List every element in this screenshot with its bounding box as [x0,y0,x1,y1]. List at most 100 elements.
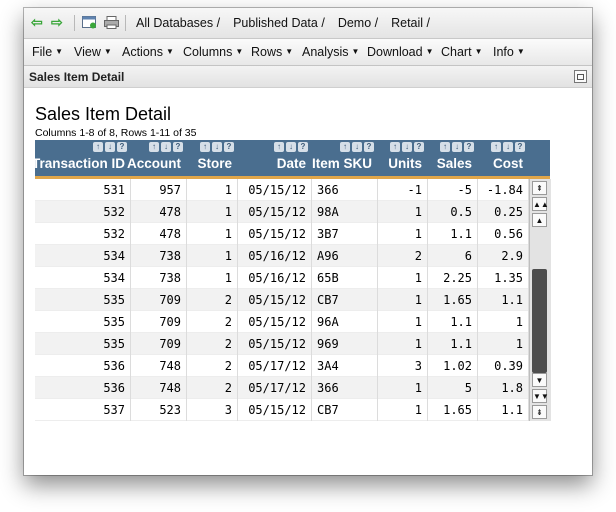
column-header-store[interactable]: ↑ ↓? Store [187,140,238,176]
scroll-down-button[interactable]: ▼ [532,373,547,387]
table-row[interactable]: 532 478 1 05/15/12 3B7 1 1.1 0.56 [35,223,529,245]
scroll-bottom-button[interactable]: ⇟ [532,405,547,419]
cell-store: 2 [187,289,238,311]
menu-columns[interactable]: Columns ▼ [183,45,243,59]
cell-transaction-id: 535 [35,311,131,333]
help-icon[interactable]: ? [117,142,127,152]
column-header-item-sku[interactable]: ↑ ↓? Item SKU [312,140,378,176]
scroll-page-up-button[interactable]: ▲▲ [532,197,549,211]
table-row[interactable]: 535 709 2 05/15/12 96A 1 1.1 1 [35,311,529,333]
column-label: Cost [493,156,523,171]
table-row[interactable]: 536 748 2 05/17/12 366 1 5 1.8 [35,377,529,399]
sort-descending-icon[interactable]: ↓ [402,142,412,152]
breadcrumb-published-data[interactable]: Published Data / [233,16,325,30]
column-header-sales[interactable]: ↑ ↓? Sales [428,140,478,176]
cell-units: 1 [378,267,428,289]
breadcrumb-demo[interactable]: Demo / [338,16,378,30]
cell-store: 1 [187,223,238,245]
menu-label: File [32,45,53,59]
cell-cost: 0.25 [478,201,529,223]
menu-analysis[interactable]: Analysis ▼ [302,45,359,59]
scroll-top-button[interactable]: ⇞ [532,181,547,195]
sort-controls: ↑ ↓? [93,142,127,152]
scroll-up-button[interactable]: ▲ [532,213,547,227]
help-icon[interactable]: ? [464,142,474,152]
cell-cost: 1 [478,311,529,333]
menu-file[interactable]: File ▼ [32,45,63,59]
sort-ascending-icon[interactable]: ↑ [390,142,400,152]
new-window-icon[interactable] [82,16,97,29]
cell-account: 478 [131,223,187,245]
table-row[interactable]: 534 738 1 05/16/12 A96 2 6 2.9 [35,245,529,267]
table-row[interactable]: 534 738 1 05/16/12 65B 1 2.25 1.35 [35,267,529,289]
sort-ascending-icon[interactable]: ↑ [200,142,210,152]
sort-controls: ↑ ↓? [440,142,474,152]
cell-sales: 1.65 [428,399,478,421]
cell-transaction-id: 535 [35,289,131,311]
column-header-units[interactable]: ↑ ↓? Units [378,140,428,176]
column-label: Transaction ID [31,156,125,171]
menu-chart[interactable]: Chart ▼ [441,45,483,59]
sort-ascending-icon[interactable]: ↑ [93,142,103,152]
sort-ascending-icon[interactable]: ↑ [274,142,284,152]
sort-controls: ↑ ↓? [491,142,525,152]
restore-window-icon[interactable] [574,70,587,83]
scroll-page-down-button[interactable]: ▼▼ [532,389,549,403]
sort-descending-icon[interactable]: ↓ [452,142,462,152]
table-row[interactable]: 535 709 2 05/15/12 969 1 1.1 1 [35,333,529,355]
help-icon[interactable]: ? [515,142,525,152]
cell-cost: 1.35 [478,267,529,289]
table-row[interactable]: 531 957 1 05/15/12 366 -1 -5 -1.84 [35,179,529,201]
table-row[interactable]: 536 748 2 05/17/12 3A4 3 1.02 0.39 [35,355,529,377]
table-row[interactable]: 532 478 1 05/15/12 98A 1 0.5 0.25 [35,201,529,223]
breadcrumb-all-databases[interactable]: All Databases / [136,16,220,30]
sort-descending-icon[interactable]: ↓ [352,142,362,152]
scrollbar-thumb[interactable] [532,269,547,373]
forward-arrow-icon[interactable]: ⇨ [51,15,63,29]
sort-ascending-icon[interactable]: ↑ [491,142,501,152]
menu-view[interactable]: View ▼ [74,45,112,59]
table-row[interactable]: 535 709 2 05/15/12 CB7 1 1.65 1.1 [35,289,529,311]
sort-descending-icon[interactable]: ↓ [503,142,513,152]
cell-cost: 2.9 [478,245,529,267]
breadcrumb-toolbar: ⇦ ⇨ All Databases / Published Data / Dem… [24,8,592,39]
cell-account: 709 [131,311,187,333]
breadcrumb-retail[interactable]: Retail / [391,16,430,30]
sort-descending-icon[interactable]: ↓ [286,142,296,152]
menu-actions[interactable]: Actions ▼ [122,45,174,59]
menu-rows[interactable]: Rows ▼ [251,45,293,59]
sort-controls: ↑ ↓? [149,142,183,152]
column-header-account[interactable]: ↑ ↓? Account [127,140,187,176]
column-header-date[interactable]: ↑ ↓? Date [238,140,312,176]
sort-descending-icon[interactable]: ↓ [105,142,115,152]
sort-descending-icon[interactable]: ↓ [212,142,222,152]
cell-store: 1 [187,179,238,201]
cell-cost: 0.56 [478,223,529,245]
sort-ascending-icon[interactable]: ↑ [149,142,159,152]
menu-label: Actions [122,45,163,59]
sort-controls: ↑ ↓? [390,142,424,152]
page-down-icon: ▼▼ [533,392,549,401]
help-icon[interactable]: ? [173,142,183,152]
sort-ascending-icon[interactable]: ↑ [440,142,450,152]
menu-info[interactable]: Info ▼ [493,45,525,59]
help-icon[interactable]: ? [224,142,234,152]
column-header-cost[interactable]: ↑ ↓? Cost [478,140,529,176]
sort-descending-icon[interactable]: ↓ [161,142,171,152]
table-header: ↑ ↓? Transaction ID ↑ ↓? Account ↑ ↓? Store ↑ ↓? Da… [31,140,550,179]
menu-download[interactable]: Download ▼ [367,45,434,59]
column-label: Account [127,156,181,171]
print-icon[interactable] [104,16,119,29]
menu-label: Info [493,45,514,59]
back-arrow-icon[interactable]: ⇦ [31,15,43,29]
help-icon[interactable]: ? [298,142,308,152]
cell-transaction-id: 531 [35,179,131,201]
cell-units: 3 [378,355,428,377]
column-header-transaction-id[interactable]: ↑ ↓? Transaction ID [31,140,131,176]
sort-ascending-icon[interactable]: ↑ [340,142,350,152]
cell-transaction-id: 536 [35,355,131,377]
help-icon[interactable]: ? [364,142,374,152]
vertical-scrollbar[interactable]: ⇞ ▲▲ ▲ ▼ ▼▼ ⇟ [529,179,551,421]
help-icon[interactable]: ? [414,142,424,152]
table-row[interactable]: 537 523 3 05/15/12 CB7 1 1.65 1.1 [35,399,529,421]
